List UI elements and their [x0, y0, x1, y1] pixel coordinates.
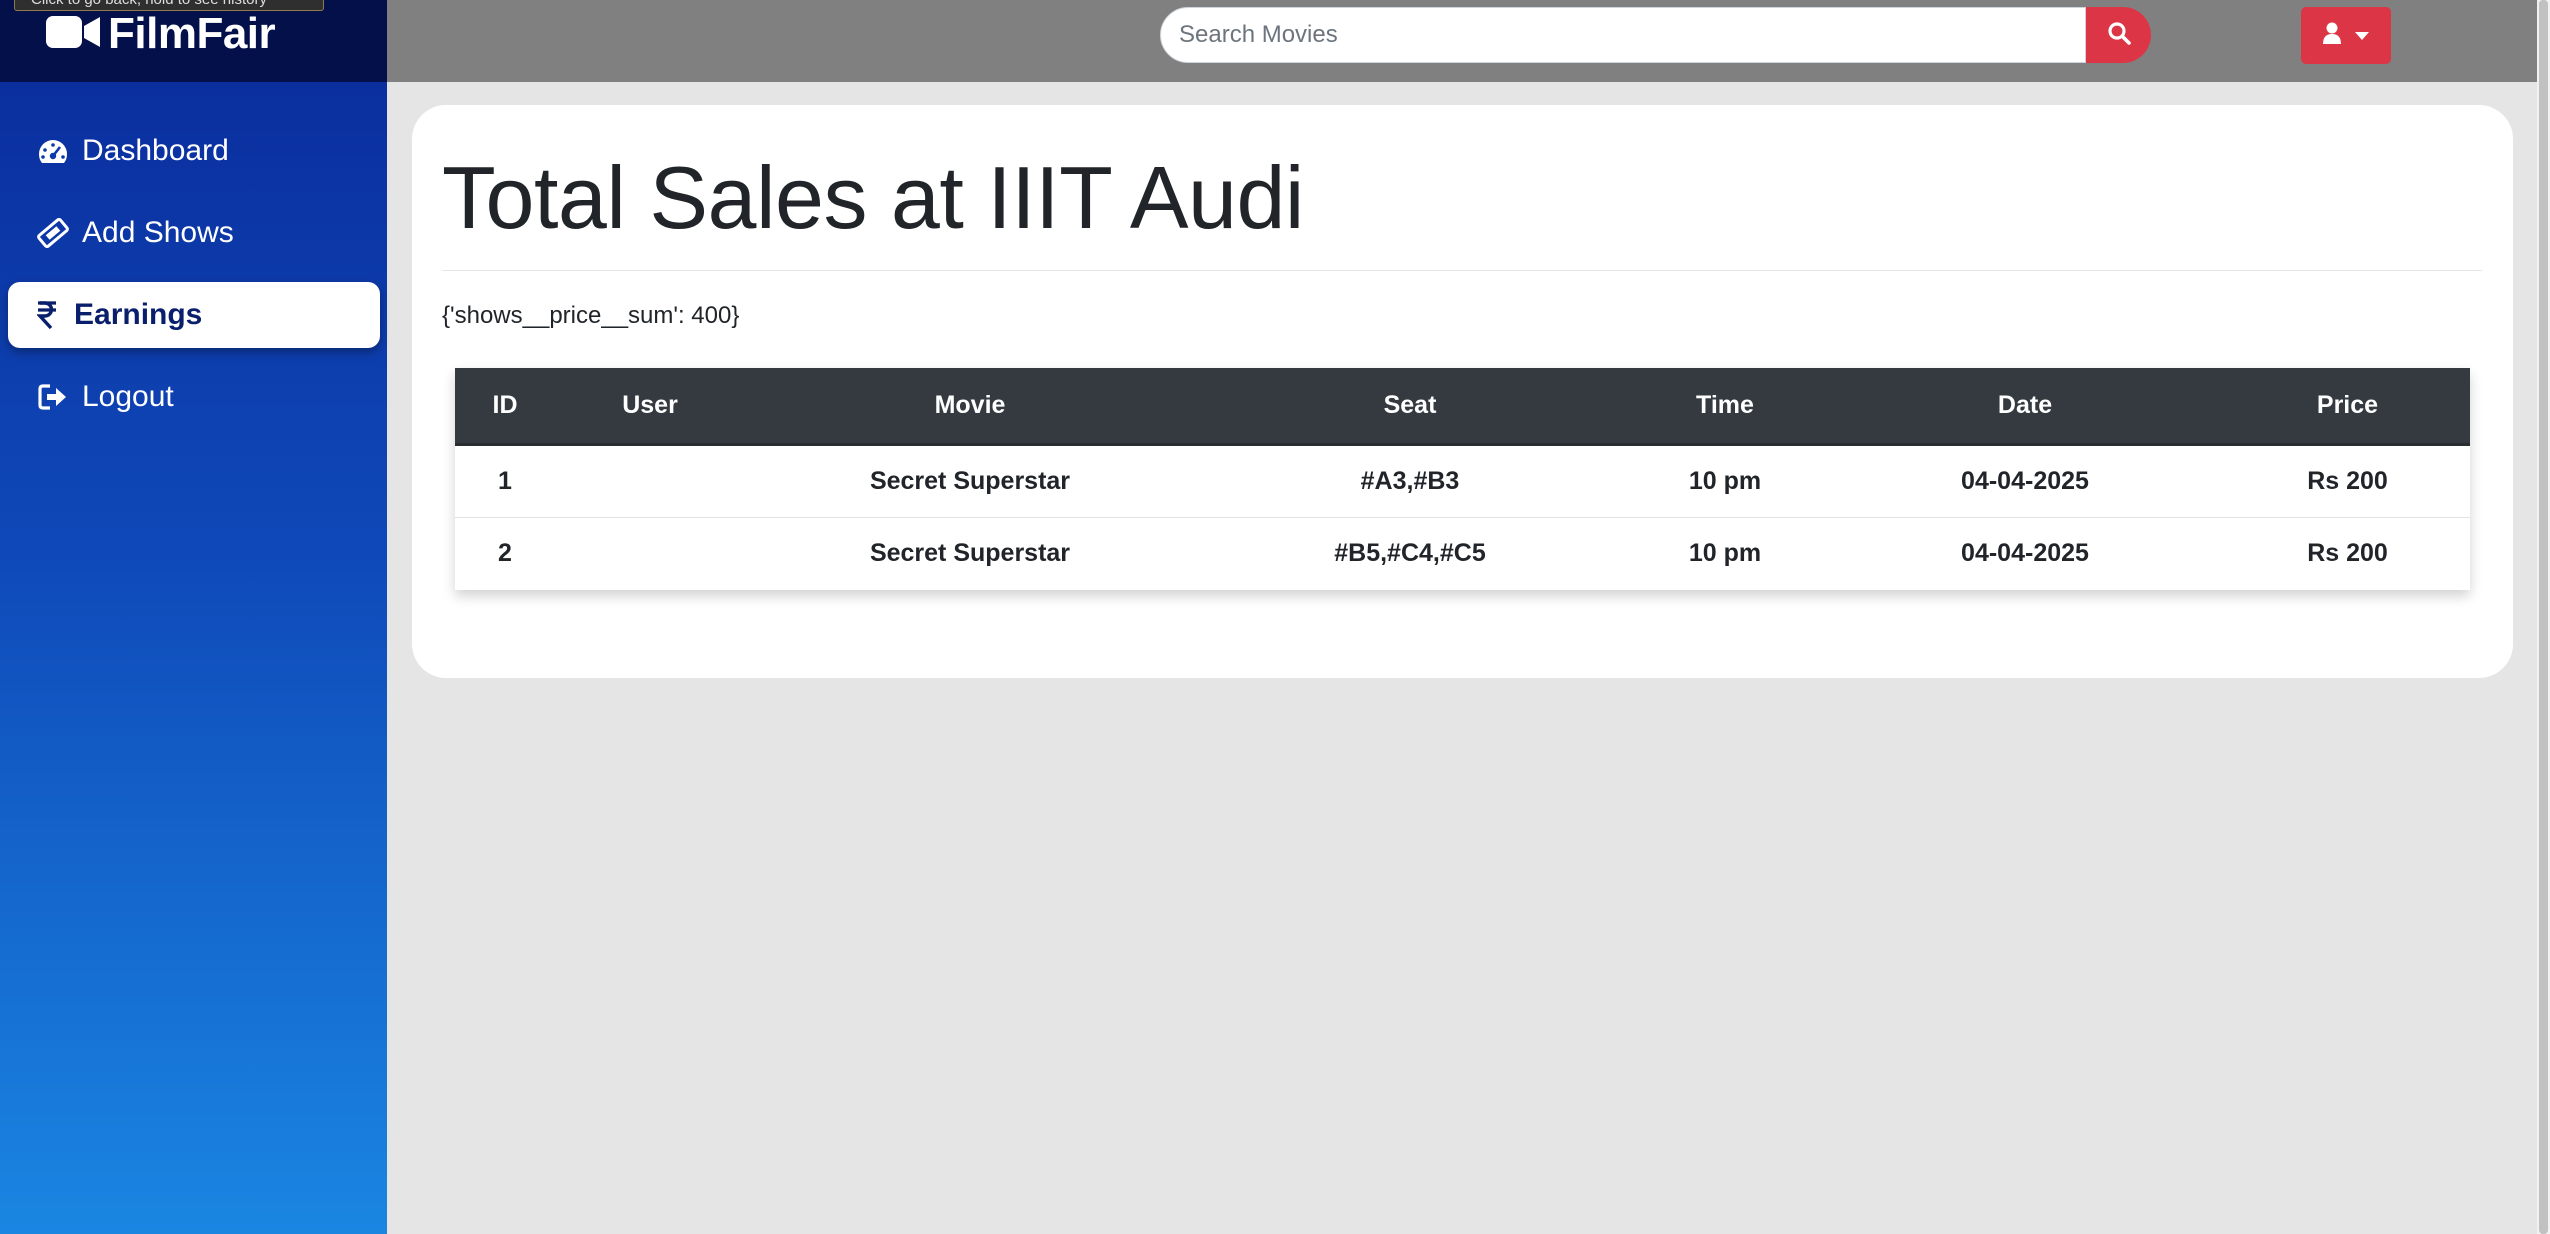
sidebar-item-add-shows[interactable]: Add Shows	[8, 200, 380, 266]
sidebar-item-label: Add Shows	[82, 216, 234, 249]
scrollbar-thumb[interactable]	[2539, 0, 2548, 1234]
page-scrollbar[interactable]	[2537, 0, 2550, 1234]
brand-name: FilmFair	[108, 9, 276, 58]
column-header-date: Date	[1825, 368, 2225, 446]
brand-logo[interactable]: FilmFair	[44, 9, 276, 58]
search-input[interactable]	[1160, 7, 2086, 63]
cell-user	[555, 444, 745, 517]
sidebar-item-earnings[interactable]: Earnings	[8, 282, 380, 348]
column-header-seat: Seat	[1195, 368, 1625, 446]
sum-text: {'shows__price__sum': 400}	[442, 302, 740, 329]
sidebar-item-label: Earnings	[74, 298, 203, 331]
user-icon	[2323, 22, 2341, 49]
cell-movie: Secret Superstar	[745, 516, 1195, 590]
sidebar-item-logout[interactable]: Logout	[8, 364, 380, 430]
cell-date: 04-04-2025	[1825, 516, 2225, 590]
cell-id: 1	[498, 466, 512, 495]
page-title: Total Sales at IIIT Audi	[442, 148, 1304, 247]
chevron-down-icon	[2355, 31, 2369, 40]
table-header-row: ID User Movie Seat Time Date Price	[455, 368, 2470, 446]
content-card: Total Sales at IIIT Audi {'shows__price_…	[412, 105, 2513, 678]
cell-time: 10 pm	[1688, 466, 1762, 495]
brand-bar: FilmFair Click to go back, hold to see h…	[0, 0, 387, 82]
rupee-icon	[36, 298, 58, 332]
sidebar-item-label: Dashboard	[82, 134, 229, 167]
tachometer-icon	[36, 134, 70, 168]
cell-time: 10 pm	[1625, 516, 1825, 590]
column-header-time: Time	[1625, 368, 1825, 446]
cell-date: 04-04-2025	[1961, 466, 2089, 495]
cell-price: Rs 200	[2225, 516, 2470, 590]
sign-out-icon	[36, 380, 70, 414]
sidebar-item-label: Logout	[82, 380, 174, 413]
top-navbar	[387, 0, 2537, 82]
cell-price: Rs 200	[2307, 466, 2388, 495]
search-button[interactable]	[2086, 7, 2151, 63]
cell-id: 2	[455, 516, 555, 590]
column-header-movie: Movie	[745, 368, 1195, 446]
video-camera-icon	[44, 14, 102, 55]
tooltip-text: Click to go back, hold to see history	[31, 0, 267, 9]
search-icon	[2107, 21, 2131, 50]
divider	[442, 270, 2482, 271]
column-header-id: ID	[455, 368, 555, 446]
cell-seat: #A3,#B3	[1360, 466, 1460, 495]
table-row: 2 Secret Superstar #B5,#C4,#C5 10 pm 04-…	[455, 516, 2470, 590]
column-header-user: User	[555, 368, 745, 446]
sidebar-item-dashboard[interactable]: Dashboard	[8, 118, 380, 184]
sales-table: ID User Movie Seat Time Date Price 1 Sec…	[455, 368, 2470, 590]
cell-movie: Secret Superstar	[869, 466, 1071, 495]
back-tooltip: Click to go back, hold to see history	[14, 0, 324, 11]
ticket-icon	[36, 216, 70, 250]
column-header-price: Price	[2225, 368, 2470, 446]
table-row: 1 Secret Superstar #A3,#B3 10 pm 04-04-2…	[455, 444, 2470, 517]
cell-user	[555, 516, 745, 590]
user-menu-button[interactable]	[2301, 7, 2391, 64]
sidebar: FilmFair Click to go back, hold to see h…	[0, 0, 387, 1234]
cell-seat: #B5,#C4,#C5	[1195, 516, 1625, 590]
